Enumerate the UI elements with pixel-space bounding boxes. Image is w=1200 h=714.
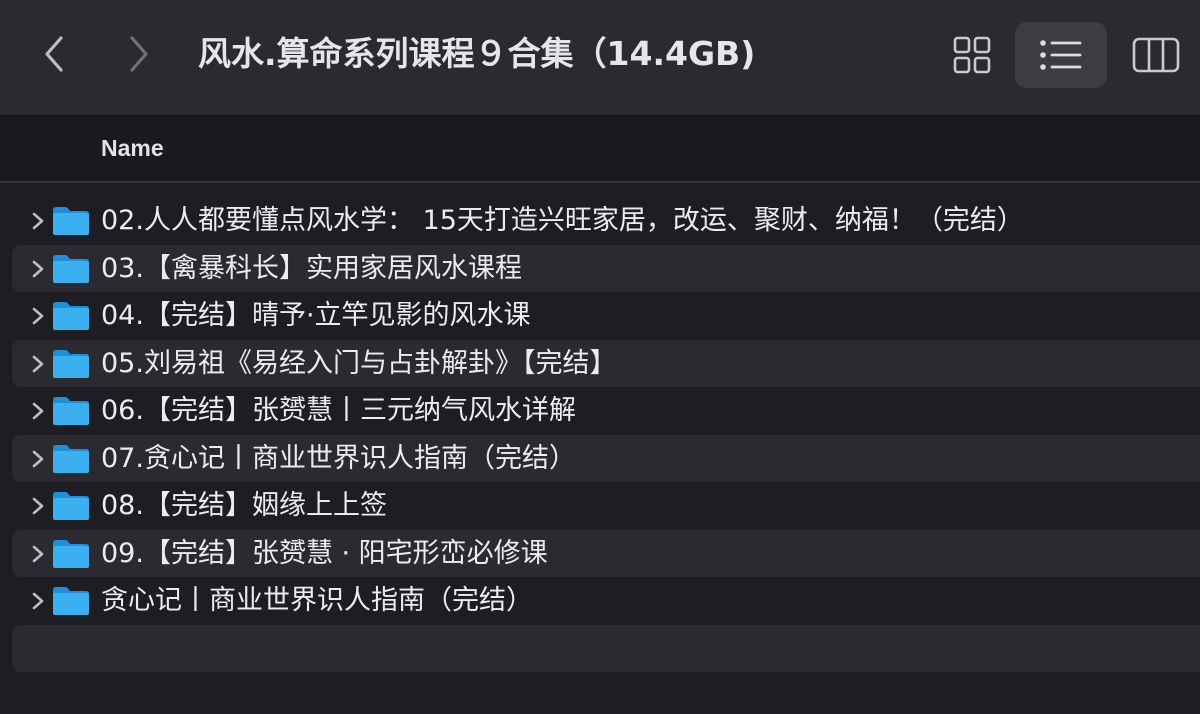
folder-icon <box>53 444 89 473</box>
disclosure-chevron-icon[interactable] <box>26 257 50 281</box>
list-item[interactable]: 05.刘易祖《易经入门与占卦解卦》【完结】 <box>12 339 1200 387</box>
list-item[interactable]: 08.【完结】姻缘上上签 <box>12 482 1200 530</box>
name-column-header[interactable]: Name <box>101 135 164 162</box>
grid-view-icon <box>953 36 991 74</box>
folder-name: 03.【禽暴科长】实用家居风水课程 <box>101 252 522 284</box>
disclosure-chevron-icon[interactable] <box>26 589 50 613</box>
list-item[interactable]: 09.【完结】张赟慧 · 阳宅形峦必修课 <box>12 529 1200 577</box>
folder-name: 07.贪心记丨商业世界识人指南（完结） <box>101 442 576 474</box>
empty-row <box>12 624 1200 672</box>
folder-icon <box>53 302 89 330</box>
folder-icon <box>53 207 89 235</box>
list-item[interactable]: 02.人人都要懂点风水学： 15天打造兴旺家居，改运、聚财、纳福！（完结） <box>12 197 1200 245</box>
disclosure-chevron-icon[interactable] <box>26 542 50 566</box>
list-view-button[interactable] <box>1015 22 1107 88</box>
disclosure-chevron-icon[interactable] <box>26 494 50 518</box>
folder-icon <box>53 539 89 568</box>
folder-icon <box>53 587 89 615</box>
chevron-right-icon <box>130 36 148 72</box>
folder-name: 06.【完结】张赟慧丨三元纳气风水详解 <box>101 395 576 426</box>
column-view-icon <box>1132 37 1180 73</box>
back-button[interactable] <box>26 26 82 82</box>
list-item[interactable]: 贪心记丨商业世界识人指南（完结） <box>12 577 1200 625</box>
folder-name: 贪心记丨商业世界识人指南（完结） <box>101 585 533 616</box>
window-title: 风水.算命系列课程９合集（14.4GB) <box>198 34 756 73</box>
disclosure-chevron-icon[interactable] <box>26 304 50 328</box>
disclosure-chevron-icon[interactable] <box>26 209 50 233</box>
folder-icon <box>53 349 89 378</box>
folder-name: 04.【完结】晴予·立竿见影的风水课 <box>101 300 531 331</box>
folder-name: 02.人人都要懂点风水学： 15天打造兴旺家居，改运、聚财、纳福！（完结） <box>101 205 1024 236</box>
list-item[interactable]: 03.【禽暴科长】实用家居风水课程 <box>12 244 1200 292</box>
list-view-icon <box>1040 40 1082 70</box>
disclosure-chevron-icon[interactable] <box>26 399 50 423</box>
grid-view-button[interactable] <box>926 22 1018 88</box>
folder-name: 05.刘易祖《易经入门与占卦解卦》【完结】 <box>101 347 617 379</box>
window-toolbar: 风水.算命系列课程９合集（14.4GB) <box>0 0 1200 117</box>
folder-name: 09.【完结】张赟慧 · 阳宅形峦必修课 <box>101 537 548 569</box>
folder-icon <box>53 254 89 283</box>
folder-icon <box>53 492 89 520</box>
disclosure-chevron-icon[interactable] <box>26 447 50 471</box>
column-view-button[interactable] <box>1110 22 1200 88</box>
list-item[interactable]: 06.【完结】张赟慧丨三元纳气风水详解 <box>12 387 1200 435</box>
folder-icon <box>53 397 89 425</box>
chevron-left-icon <box>45 36 63 72</box>
column-header-bar: Name <box>0 117 1200 183</box>
folder-name: 08.【完结】姻缘上上签 <box>101 490 387 521</box>
forward-button[interactable] <box>111 26 167 82</box>
list-item[interactable]: 07.贪心记丨商业世界识人指南（完结） <box>12 434 1200 482</box>
disclosure-chevron-icon[interactable] <box>26 352 50 376</box>
list-item[interactable]: 04.【完结】晴予·立竿见影的风水课 <box>12 292 1200 340</box>
file-list: 02.人人都要懂点风水学： 15天打造兴旺家居，改运、聚财、纳福！（完结） 03… <box>0 197 1200 672</box>
